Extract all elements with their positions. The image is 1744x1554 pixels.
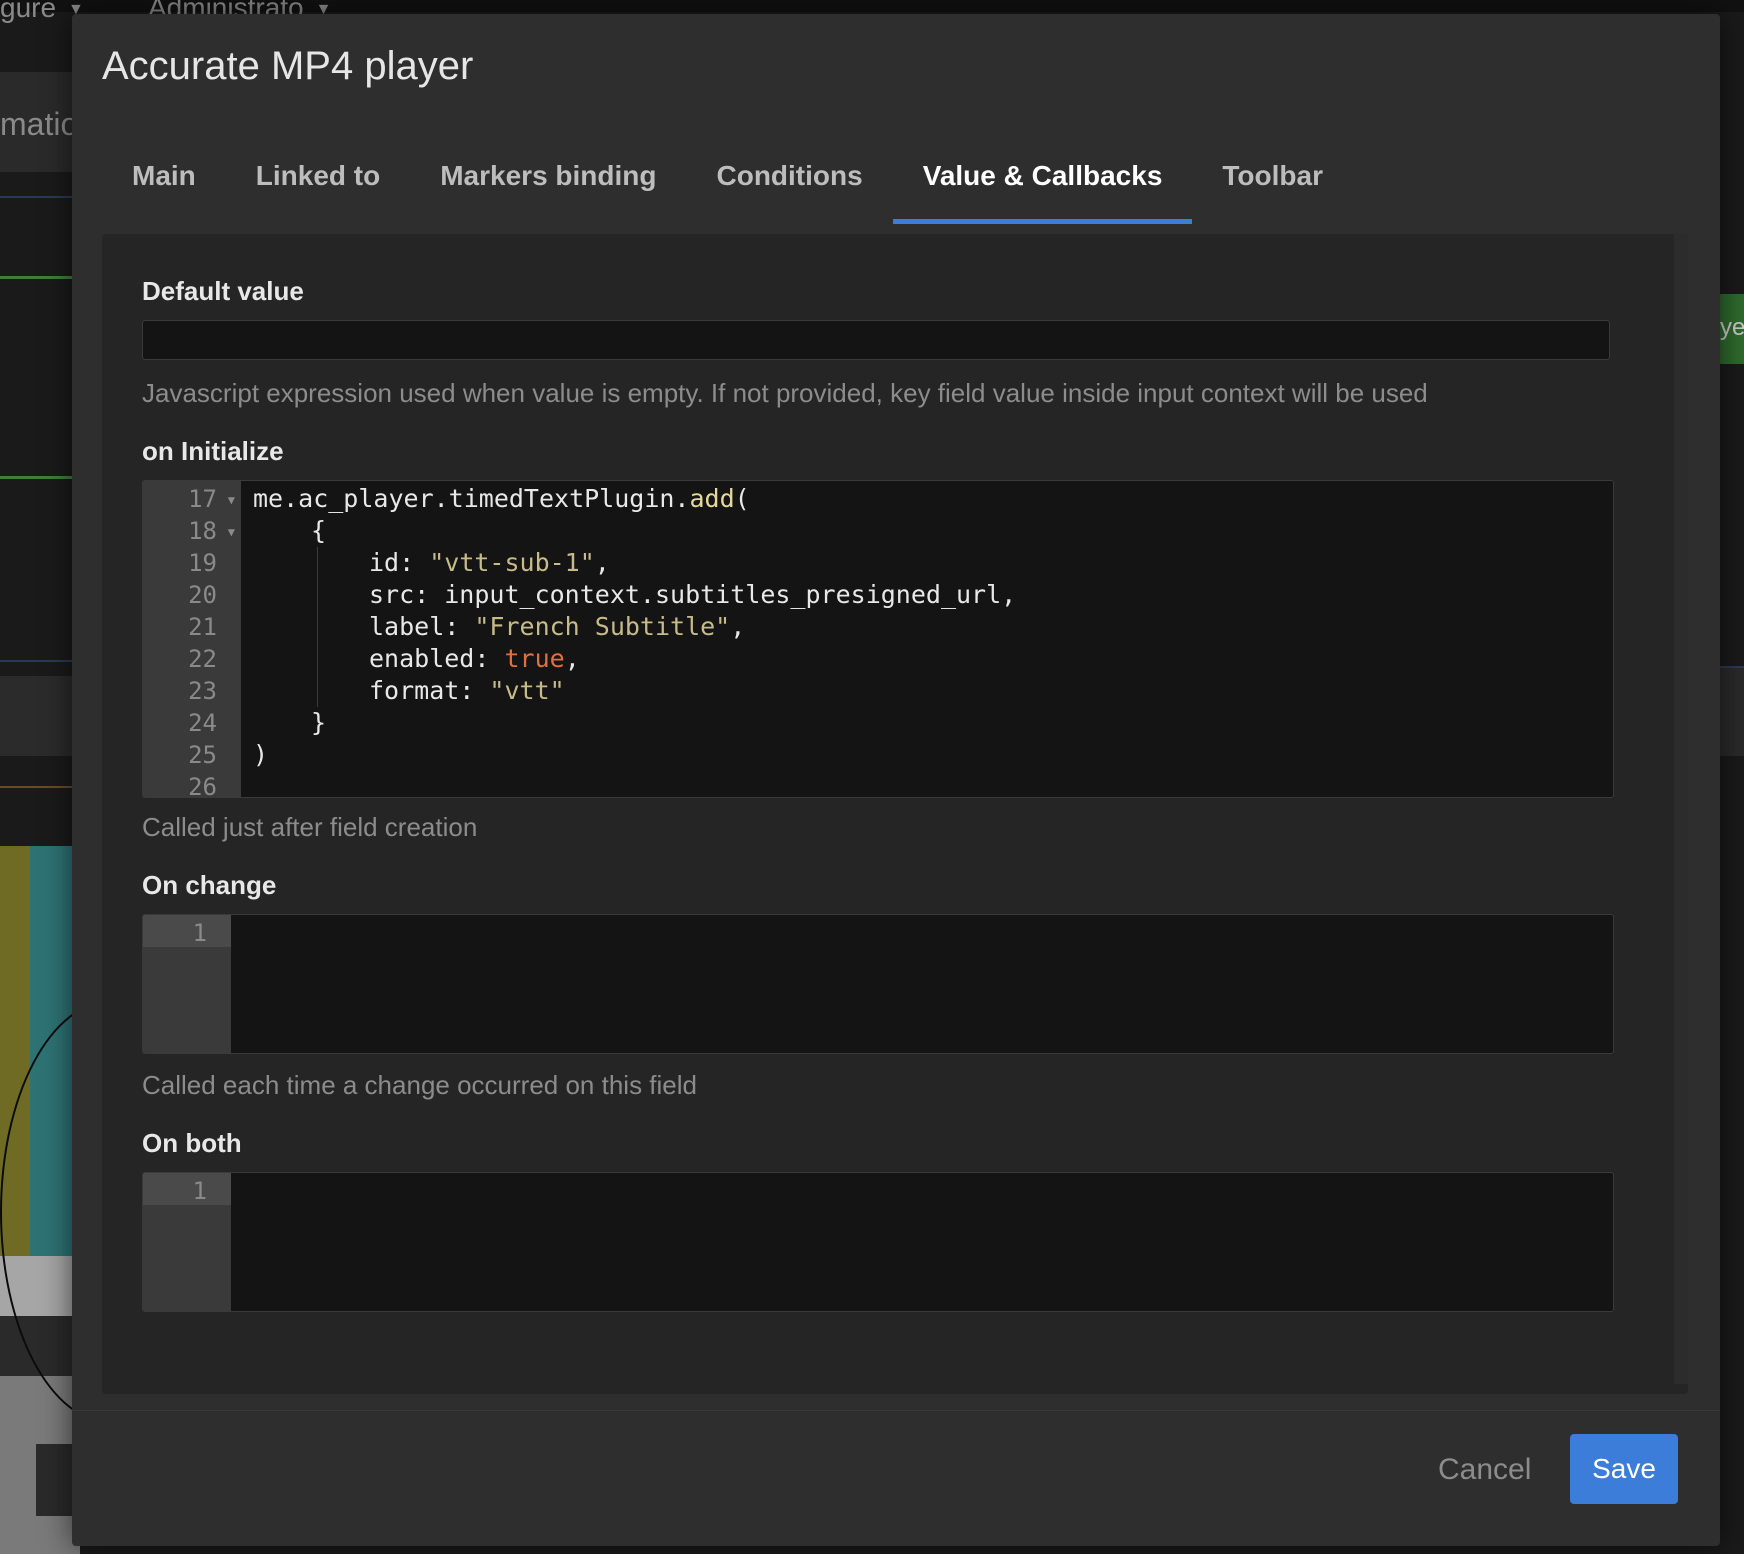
- modal-footer-divider: [72, 1410, 1720, 1411]
- code-line-20: src: input_context.subtitles_presigned_u…: [369, 580, 1017, 609]
- bg-green-line: [0, 276, 80, 279]
- fold-arrow-icon[interactable]: ▼: [228, 493, 235, 507]
- tab-main[interactable]: Main: [102, 142, 226, 224]
- code-line-18: {: [311, 516, 327, 545]
- tab-value-callbacks[interactable]: Value & Callbacks: [892, 142, 1193, 224]
- editor-gutter: 1: [143, 1173, 231, 1311]
- fold-arrow-icon[interactable]: ▼: [228, 525, 235, 539]
- line-number: 22: [188, 645, 217, 673]
- code-line-21: label: "French Subtitle",: [369, 611, 745, 643]
- bg-block: [1716, 666, 1744, 756]
- code-token: label:: [369, 612, 475, 641]
- code-token: enabled:: [369, 644, 505, 673]
- default-value-help: Javascript expression used when value is…: [142, 378, 1428, 408]
- tab-toolbar[interactable]: Toolbar: [1192, 142, 1353, 224]
- code-line-23: format: "vtt": [369, 675, 565, 707]
- save-button[interactable]: Save: [1570, 1434, 1678, 1504]
- line-number: 1: [192, 1177, 207, 1205]
- line-number: 23: [188, 677, 217, 705]
- code-line-17: me.ac_player.timedTextPlugin.add(: [253, 483, 750, 515]
- bg-divider: [0, 660, 80, 662]
- gutter-active-line: [143, 1173, 231, 1205]
- on-initialize-label: on Initialize: [142, 436, 284, 466]
- bg-divider: [0, 786, 80, 788]
- code-token: ,: [594, 548, 610, 577]
- panel-scrollbar[interactable]: [1674, 234, 1688, 1384]
- code-token: id:: [369, 548, 430, 577]
- bg-right-tab-label: ye: [1720, 314, 1744, 341]
- field-settings-modal: Accurate MP4 player Main Linked to Marke…: [72, 14, 1720, 1546]
- code-line-19: id: "vtt-sub-1",: [369, 547, 610, 579]
- line-number: 21: [188, 613, 217, 641]
- code-token: (: [734, 484, 750, 513]
- modal-title: Accurate MP4 player: [102, 44, 474, 88]
- tab-panel-value-callbacks: Default value Javascript expression used…: [102, 234, 1688, 1394]
- cancel-button[interactable]: Cancel: [1432, 1452, 1537, 1488]
- code-token-string: "French Subtitle": [474, 612, 731, 641]
- tab-linked-to[interactable]: Linked to: [226, 142, 410, 224]
- on-change-label: On change: [142, 870, 277, 900]
- line-number: 17: [188, 485, 217, 513]
- line-number: 18: [188, 517, 217, 545]
- editor-gutter: 17 ▼ 18 ▼ 19 20 21 22 23 24 25 26: [143, 481, 241, 797]
- tab-conditions[interactable]: Conditions: [687, 142, 893, 224]
- line-number: 24: [188, 709, 217, 737]
- bg-block: [0, 676, 80, 756]
- code-token-string: "vtt-sub-1": [429, 548, 595, 577]
- bg-divider: [1716, 666, 1744, 668]
- default-value-input[interactable]: [142, 320, 1610, 360]
- code-token: format:: [369, 676, 490, 705]
- code-token-string: "vtt": [489, 676, 565, 705]
- code-token-function: add: [689, 484, 735, 513]
- code-line-22: enabled: true,: [369, 643, 580, 675]
- on-initialize-editor[interactable]: 17 ▼ 18 ▼ 19 20 21 22 23 24 25 26 me.ac_…: [142, 480, 1614, 798]
- line-number: 26: [188, 773, 217, 798]
- on-both-editor[interactable]: 1: [142, 1172, 1614, 1312]
- bg-green-line: [0, 476, 80, 479]
- on-both-label: On both: [142, 1128, 242, 1158]
- code-token-boolean: true: [504, 644, 565, 673]
- code-token: ,: [730, 612, 746, 641]
- on-initialize-help: Called just after field creation: [142, 812, 478, 842]
- line-number: 25: [188, 741, 217, 769]
- default-value-label: Default value: [142, 276, 304, 306]
- on-change-editor[interactable]: 1: [142, 914, 1614, 1054]
- code-token: me.ac_player.timedTextPlugin.: [253, 484, 690, 513]
- tab-markers-binding[interactable]: Markers binding: [410, 142, 686, 224]
- bg-menu-configure-label: gure: [0, 0, 57, 23]
- bg-right-tab: ye: [1716, 294, 1744, 364]
- line-number: 1: [192, 919, 207, 947]
- line-number: 19: [188, 549, 217, 577]
- line-number: 20: [188, 581, 217, 609]
- editor-gutter: 1: [143, 915, 231, 1053]
- code-line-24: }: [311, 708, 327, 737]
- code-token: ,: [564, 644, 580, 673]
- gutter-active-line: [143, 915, 231, 947]
- bg-side-text: matio: [0, 106, 79, 142]
- tab-bar: Main Linked to Markers binding Condition…: [102, 142, 1353, 224]
- bg-divider: [0, 196, 80, 198]
- code-line-25: ): [253, 740, 269, 769]
- on-change-help: Called each time a change occurred on th…: [142, 1070, 697, 1100]
- indent-guide: [317, 547, 318, 707]
